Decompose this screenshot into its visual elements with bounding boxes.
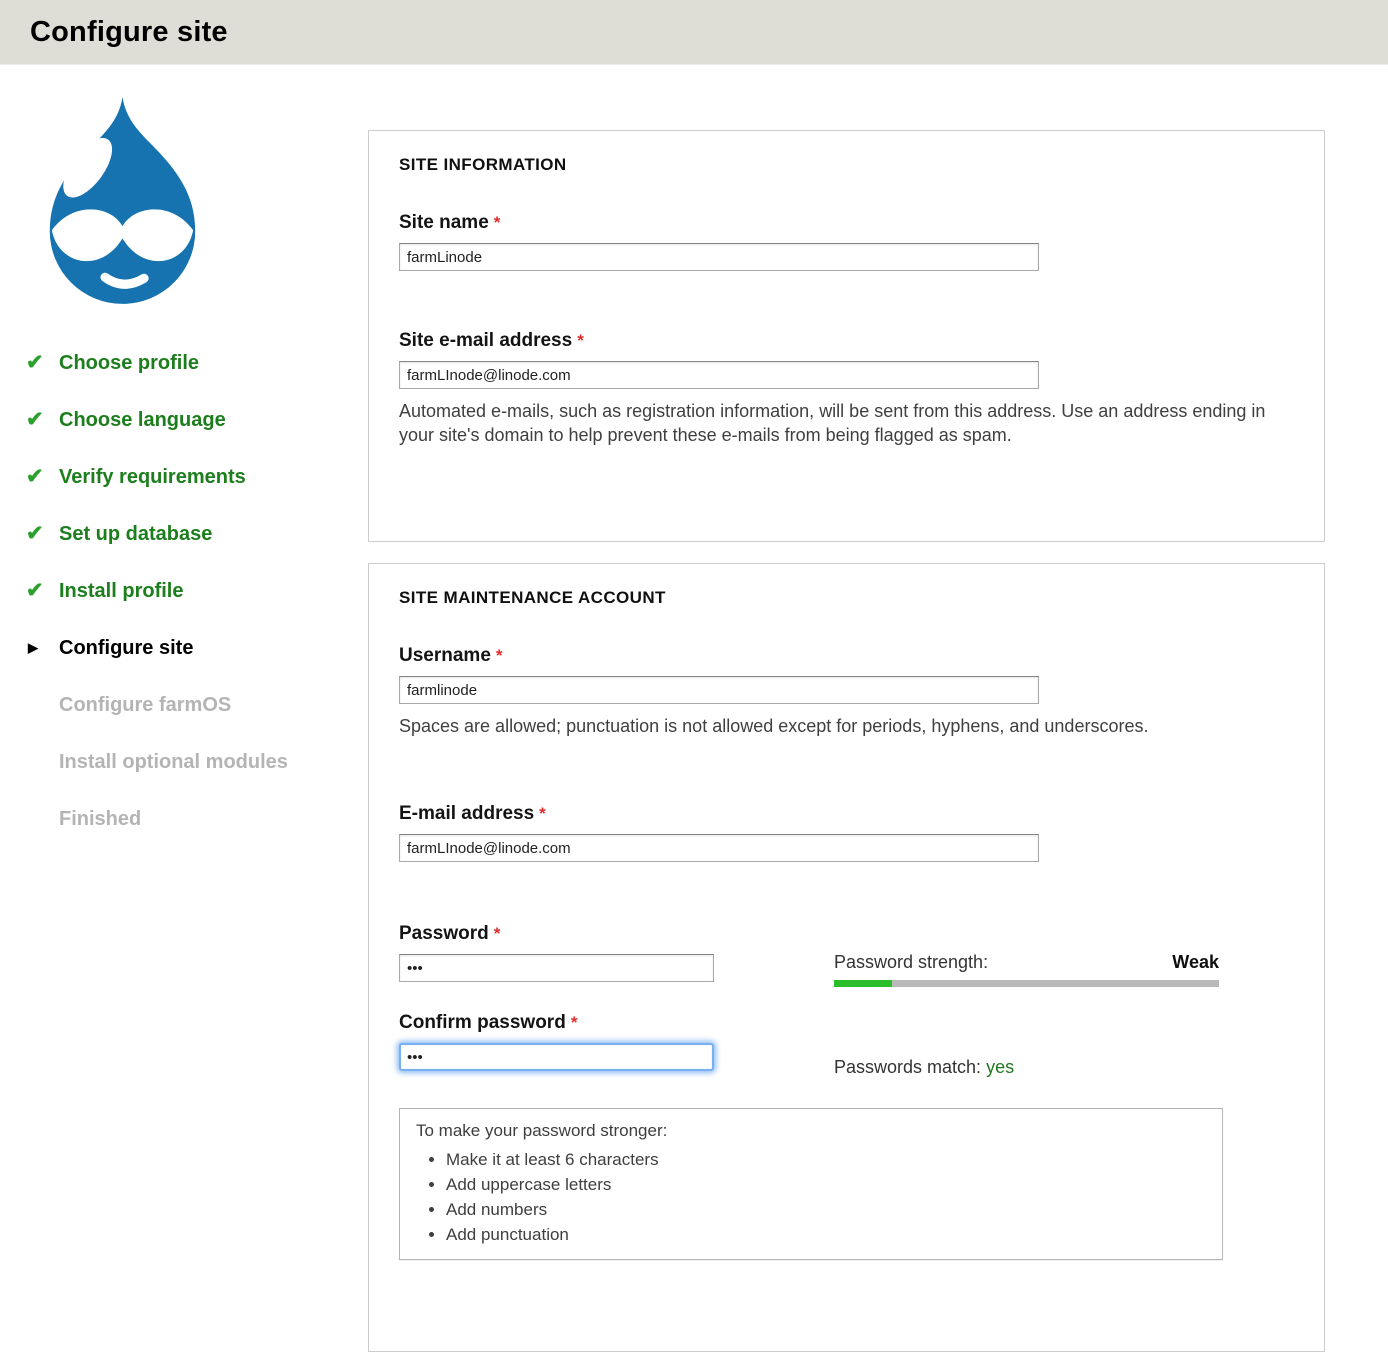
task-label: Verify requirements xyxy=(59,465,246,489)
password-strength-level: Weak xyxy=(1172,952,1219,973)
required-marker: * xyxy=(496,646,503,665)
site-email-label: Site e-mail address* xyxy=(399,329,1294,352)
install-form: SITE INFORMATION Site name* Site e-mail … xyxy=(368,130,1325,1352)
site-name-label: Site name* xyxy=(399,211,1294,234)
task-configure-site: ▶ Configure site xyxy=(26,636,368,660)
password-tips-list: Make it at least 6 characters Add upperc… xyxy=(416,1147,1206,1247)
passwords-match-label: Passwords match: xyxy=(834,1057,981,1077)
page-header: Configure site xyxy=(0,0,1388,65)
password-tip: Add numbers xyxy=(446,1197,1206,1222)
task-label: Choose profile xyxy=(59,351,199,375)
task-choose-profile: ✔ Choose profile xyxy=(26,351,368,375)
required-marker: * xyxy=(577,331,584,350)
password-tips-title: To make your password stronger: xyxy=(416,1118,1206,1143)
password-field: Password* xyxy=(399,922,834,987)
required-marker: * xyxy=(571,1013,578,1032)
task-install-optional-modules: Install optional modules xyxy=(26,750,368,774)
task-configure-farmos: Configure farmOS xyxy=(26,693,368,717)
username-input[interactable] xyxy=(399,676,1039,704)
check-icon: ✔ xyxy=(26,522,59,546)
check-icon: ✔ xyxy=(26,579,59,603)
password-label: Password* xyxy=(399,922,834,945)
confirm-password-input[interactable] xyxy=(399,1043,714,1071)
password-tip: Add punctuation xyxy=(446,1222,1206,1247)
password-strength-label: Password strength: xyxy=(834,952,988,973)
password-strength-meter-fill xyxy=(834,980,892,987)
task-finished: Finished xyxy=(26,807,368,831)
password-row: Password* Password strength: Weak xyxy=(399,922,1294,987)
passwords-match-status: Passwords match: yes xyxy=(834,1011,1219,1078)
check-icon: ✔ xyxy=(26,351,59,375)
site-information-fieldset: SITE INFORMATION Site name* Site e-mail … xyxy=(368,130,1325,542)
site-maintenance-account-legend: SITE MAINTENANCE ACCOUNT xyxy=(399,588,1294,608)
check-icon: ✔ xyxy=(26,408,59,432)
site-maintenance-account-fieldset: SITE MAINTENANCE ACCOUNT Username* Space… xyxy=(368,563,1325,1352)
required-marker: * xyxy=(494,924,501,943)
required-marker: * xyxy=(494,213,501,232)
site-information-legend: SITE INFORMATION xyxy=(399,155,1294,175)
username-label: Username* xyxy=(399,644,1294,667)
password-strength-indicator: Password strength: Weak xyxy=(834,922,1219,987)
install-sidebar: ✔ Choose profile ✔ Choose language ✔ Ver… xyxy=(0,65,368,1352)
password-tip: Make it at least 6 characters xyxy=(446,1147,1206,1172)
task-label: Configure farmOS xyxy=(59,693,231,717)
page-title: Configure site xyxy=(30,16,228,49)
site-name-input[interactable] xyxy=(399,243,1039,271)
password-tips-box: To make your password stronger: Make it … xyxy=(399,1108,1223,1260)
password-input[interactable] xyxy=(399,954,714,982)
task-verify-requirements: ✔ Verify requirements xyxy=(26,465,368,489)
install-task-list: ✔ Choose profile ✔ Choose language ✔ Ver… xyxy=(26,351,368,831)
password-tip: Add uppercase letters xyxy=(446,1172,1206,1197)
confirm-password-field: Confirm password* xyxy=(399,1011,834,1078)
task-install-profile: ✔ Install profile xyxy=(26,579,368,603)
task-label: Set up database xyxy=(59,522,212,546)
current-step-arrow-icon: ▶ xyxy=(26,636,59,660)
confirm-password-label: Confirm password* xyxy=(399,1011,834,1034)
account-email-input[interactable] xyxy=(399,834,1039,862)
required-marker: * xyxy=(539,804,546,823)
password-strength-meter xyxy=(834,980,1219,987)
site-email-input[interactable] xyxy=(399,361,1039,389)
drupal-logo-icon xyxy=(20,94,225,306)
task-label: Install profile xyxy=(59,579,183,603)
task-choose-language: ✔ Choose language xyxy=(26,408,368,432)
task-label: Configure site xyxy=(59,636,193,660)
confirm-password-row: Confirm password* Passwords match: yes xyxy=(399,1011,1294,1078)
passwords-match-value: yes xyxy=(986,1057,1014,1077)
check-icon: ✔ xyxy=(26,465,59,489)
site-email-help: Automated e-mails, such as registration … xyxy=(399,399,1294,448)
content-layout: ✔ Choose profile ✔ Choose language ✔ Ver… xyxy=(0,65,1388,1352)
task-label: Install optional modules xyxy=(59,750,288,774)
task-label: Choose language xyxy=(59,408,226,432)
task-set-up-database: ✔ Set up database xyxy=(26,522,368,546)
account-email-label: E-mail address* xyxy=(399,802,1294,825)
task-label: Finished xyxy=(59,807,141,831)
username-help: Spaces are allowed; punctuation is not a… xyxy=(399,714,1294,738)
